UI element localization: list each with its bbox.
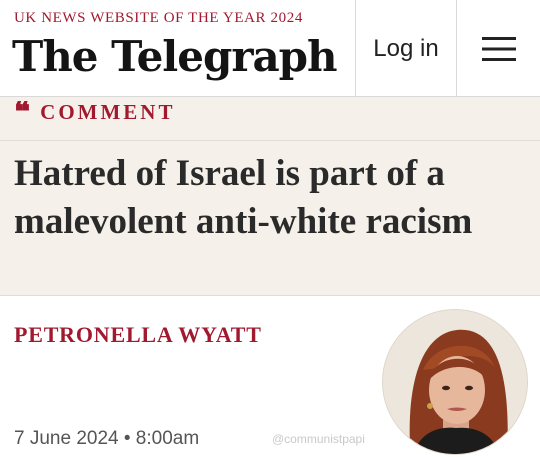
quote-mark-icon: ❝ [14,100,31,125]
section-label-row[interactable]: ❝ COMMENT [14,100,175,125]
watermark: @communistpapi [272,432,365,446]
article-headline: Hatred of Israel is part of a malevolent… [14,153,473,242]
site-header: UK NEWS WEBSITE OF THE YEAR 2024 The Tel… [0,0,540,97]
login-button[interactable]: Log in [356,0,456,97]
author-photo [382,309,528,455]
section-label[interactable]: COMMENT [40,100,175,125]
hamburger-menu-icon [481,36,516,61]
author-name[interactable]: PETRONELLA WYATT [14,322,262,348]
award-tagline: UK NEWS WEBSITE OF THE YEAR 2024 [14,10,303,26]
site-logo[interactable]: The Telegraph [12,28,338,86]
menu-button[interactable] [457,0,540,97]
section-divider [0,140,540,141]
publish-date: 7 June 2024 • 8:00am [14,428,200,449]
